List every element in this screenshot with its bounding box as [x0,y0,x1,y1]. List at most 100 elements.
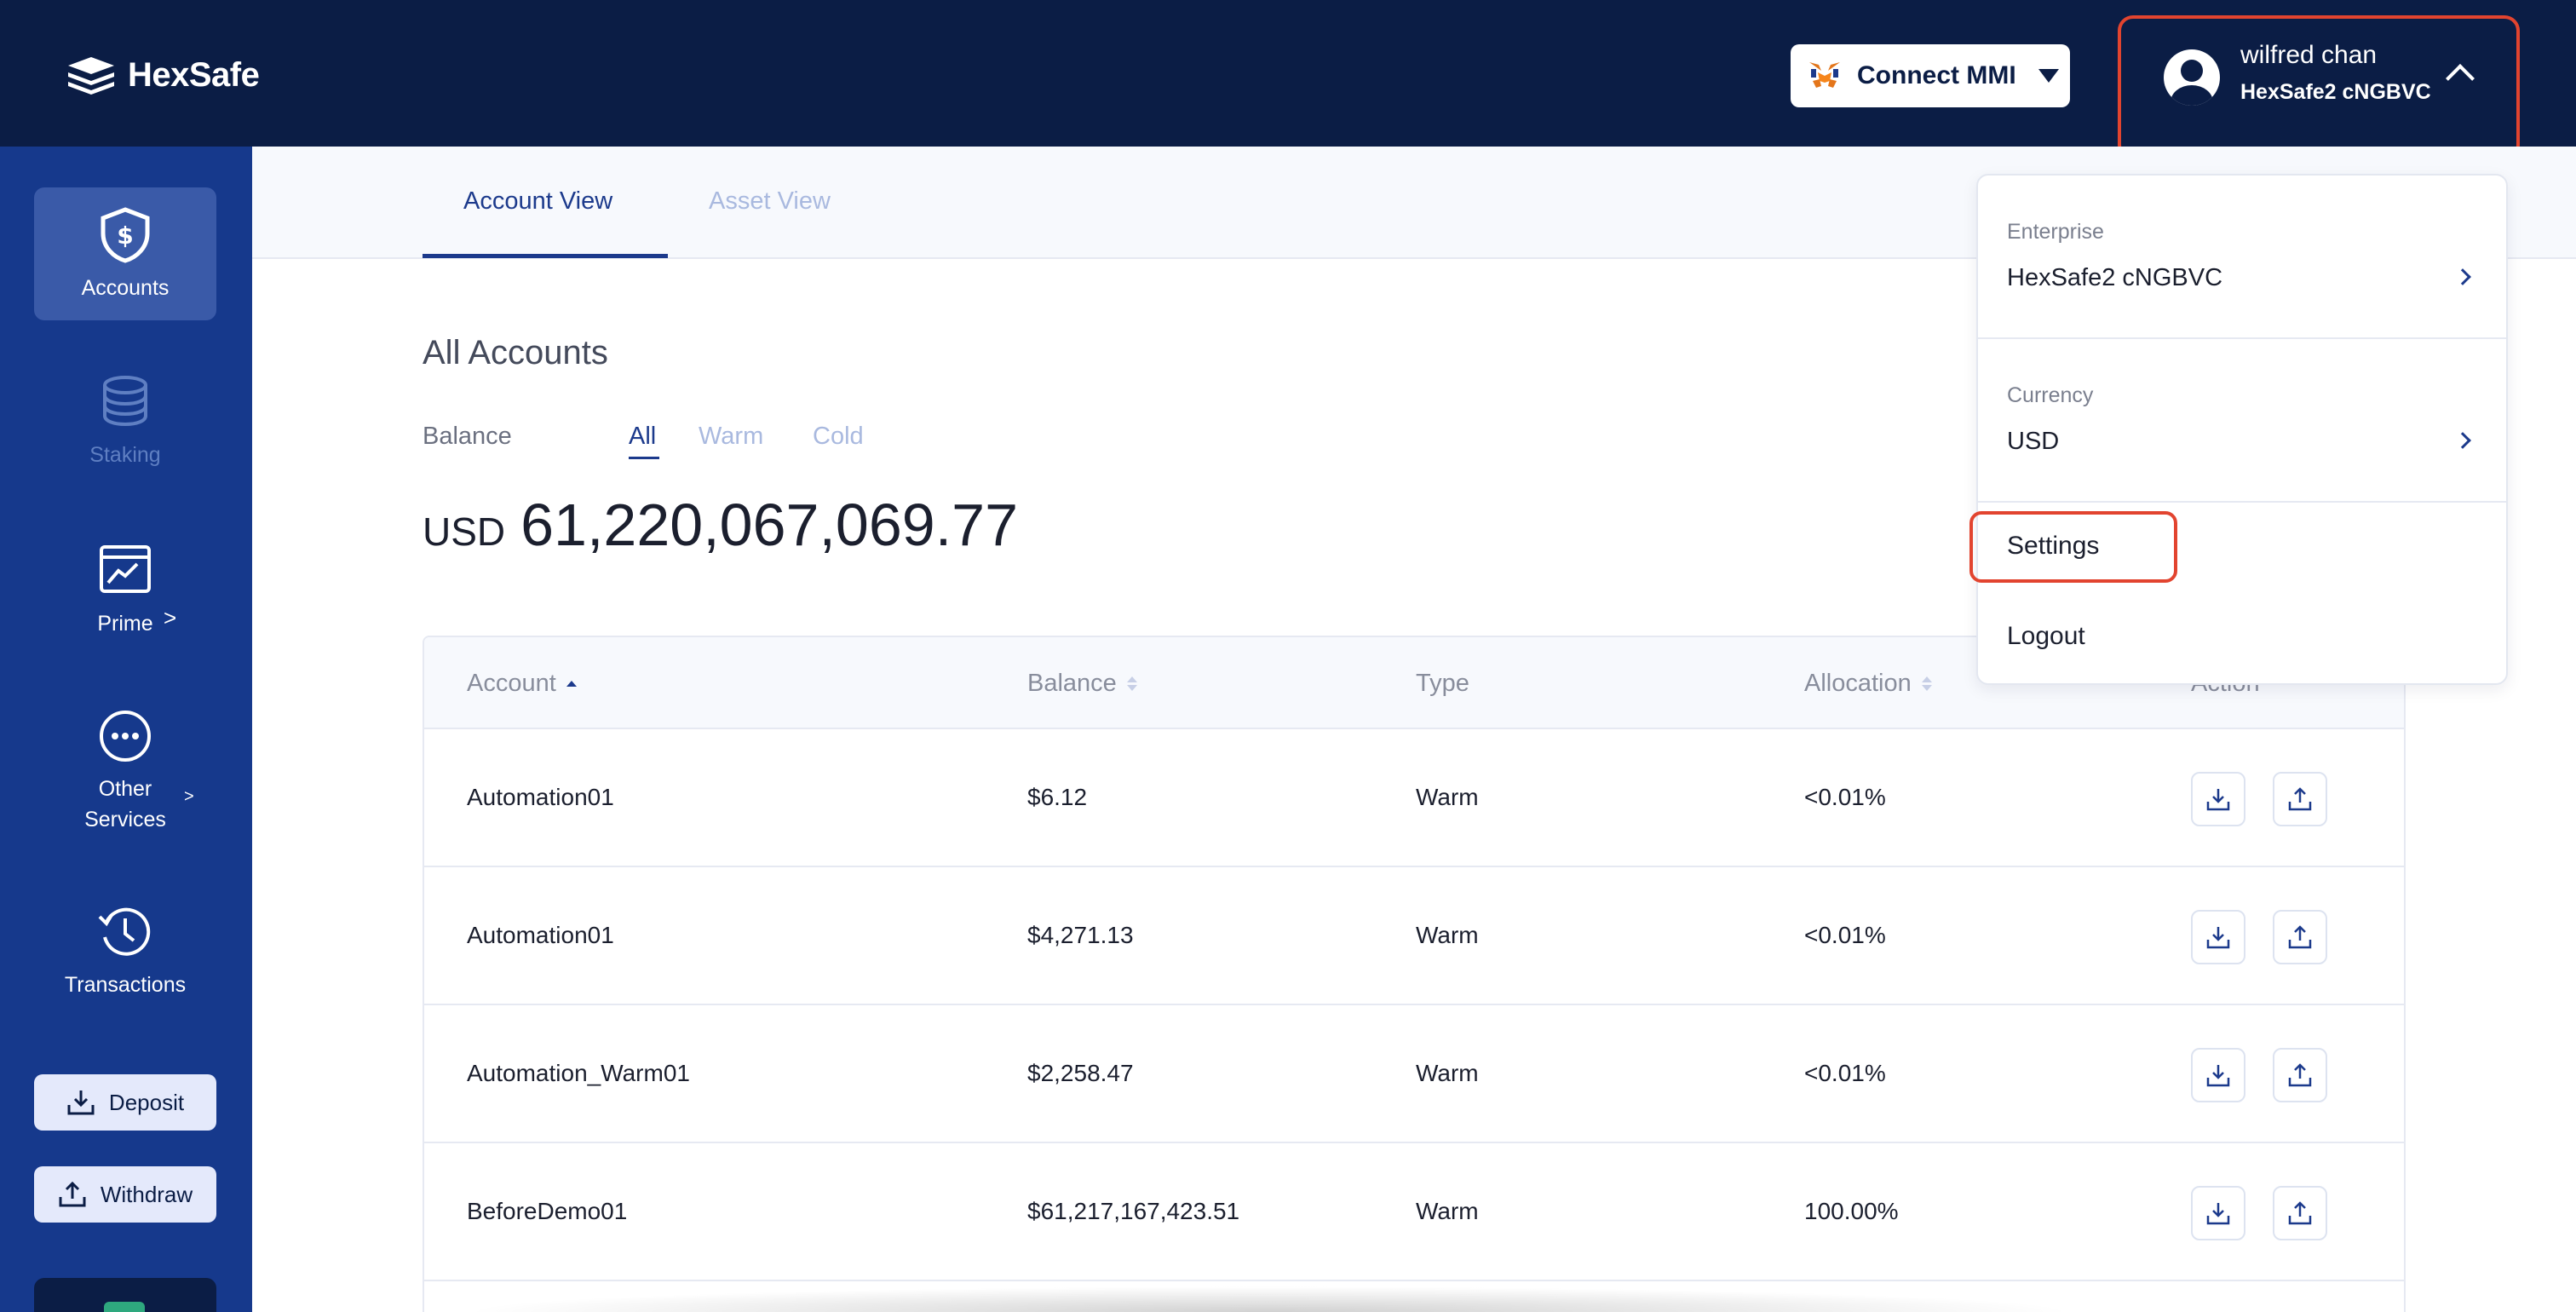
account-allocation: <0.01% [1804,1060,1886,1086]
upload-icon [59,1181,86,1207]
caret-down-icon [2038,69,2059,83]
currency-label: Currency [2007,383,2094,407]
sidebar-item-label: Other Services [84,777,166,832]
table-row[interactable]: Automation01 $4,271.13 Warm <0.01% [424,867,2404,1005]
page-title: All Accounts [423,334,608,371]
sort-icon[interactable] [566,681,577,687]
layers-logo-icon [68,57,114,95]
balance-label: Balance [423,423,512,450]
account-balance: $6.12 [1027,784,1088,810]
enterprise-label: Enterprise [2007,220,2104,244]
sidebar-item-prime[interactable]: Prime [34,542,216,639]
withdraw-button[interactable]: Withdraw [34,1166,216,1223]
user-name[interactable]: wilfred chan [2240,41,2377,70]
settings-highlight [1969,511,2177,583]
row-deposit-button[interactable] [2191,910,2245,964]
row-withdraw-button[interactable] [2273,1186,2327,1240]
tab-asset-view[interactable]: Asset View [709,187,831,216]
accounts-table: Account Balance Type Allocation Action A… [423,636,2406,1312]
hexsafe-logo[interactable]: HexSafe [66,53,260,97]
column-header-allocation[interactable]: Allocation [1804,670,1932,698]
sort-icon[interactable] [1921,676,1932,691]
download-icon [2206,789,2230,811]
account-type: Warm [1416,1060,1479,1086]
user-org[interactable]: HexSafe2 cNGBVC [2240,80,2431,105]
avatar[interactable] [2164,49,2220,106]
download-icon [2206,1203,2230,1225]
row-withdraw-button[interactable] [2273,1048,2327,1102]
prime-arrow-icon: > [164,605,177,630]
divider [1978,501,2506,503]
sidebar-item-transactions[interactable]: Transactions [34,903,216,1000]
withdraw-label: Withdraw [100,1181,193,1207]
download-icon [2206,1065,2230,1087]
metamask-fox-icon [1809,62,1840,88]
ellipsis-circle-icon [100,711,151,762]
sidebar-item-label: Prime [97,612,153,636]
row-deposit-button[interactable] [2191,1048,2245,1102]
logout-menu-item[interactable]: Logout [2007,622,2085,651]
account-name[interactable]: Automation01 [467,922,614,949]
account-name[interactable]: Automation01 [467,784,614,811]
account-type: Warm [1416,784,1479,810]
account-balance: $4,271.13 [1027,922,1134,948]
sidebar-bottom-badge [104,1302,145,1312]
row-withdraw-button[interactable] [2273,910,2327,964]
filter-all[interactable]: All [629,423,656,451]
upload-icon [2288,1201,2312,1225]
download-icon [67,1090,95,1115]
upload-icon [2288,787,2312,811]
enterprise-value[interactable]: HexSafe2 cNGBVC [2007,264,2222,292]
total-currency: USD [423,509,506,554]
row-deposit-button[interactable] [2191,1186,2245,1240]
active-tab-indicator [423,254,668,258]
table-row[interactable]: Automation_Warm01 $2,258.47 Warm <0.01% [424,1005,2404,1143]
table-row[interactable]: BeforeDemo01 $61,217,167,423.51 Warm 100… [424,1143,2404,1281]
shield-dollar-icon: $ [101,207,150,263]
column-header-account[interactable]: Account [467,670,577,698]
history-icon [98,907,151,956]
filter-cold[interactable]: Cold [813,423,864,451]
account-balance: $2,258.47 [1027,1060,1134,1086]
total-balance: USD 61,220,067,069.77 [423,491,1018,559]
active-filter-indicator [629,457,659,459]
deposit-label: Deposit [108,1089,185,1115]
account-allocation: 100.00% [1804,1198,1899,1224]
connect-mmi-label: Connect MMI [1857,61,2016,89]
account-allocation: <0.01% [1804,922,1886,948]
total-amount: 61,220,067,069.77 [520,492,1019,558]
connect-mmi-button[interactable]: Connect MMI [1791,44,2070,107]
sidebar-item-label: Accounts [81,276,170,300]
tab-account-view[interactable]: Account View [463,187,612,216]
row-withdraw-button[interactable] [2273,772,2327,826]
column-header-balance[interactable]: Balance [1027,670,1137,698]
divider [1978,337,2506,339]
account-name[interactable]: BeforeDemo01 [467,1198,627,1225]
account-balance: $61,217,167,423.51 [1027,1198,1240,1224]
deposit-button[interactable]: Deposit [34,1074,216,1131]
coins-stack-icon [103,376,147,427]
upload-icon [2288,1063,2312,1087]
account-type: Warm [1416,922,1479,948]
avatar-body-shape [2171,85,2213,106]
sidebar-item-staking[interactable]: Staking [34,373,216,470]
sidebar-item-other-services[interactable]: Other Services [34,707,216,835]
table-row[interactable]: Automation01 $6.12 Warm <0.01% [424,729,2404,867]
bottom-shadow [460,1286,2079,1312]
account-name[interactable]: Automation_Warm01 [467,1060,690,1087]
user-dropdown-menu: Enterprise HexSafe2 cNGBVC Currency USD … [1976,174,2508,685]
chart-window-icon [100,545,151,593]
row-deposit-button[interactable] [2191,772,2245,826]
column-header-type: Type [1416,670,1469,697]
svg-text:$: $ [117,222,133,250]
sidebar-item-label: Transactions [64,973,187,997]
logo-text: HexSafe [128,55,260,94]
filter-warm[interactable]: Warm [699,423,763,451]
currency-value[interactable]: USD [2007,428,2059,456]
sort-icon[interactable] [1126,676,1137,691]
account-allocation: <0.01% [1804,784,1886,810]
account-type: Warm [1416,1198,1479,1224]
avatar-head-shape [2181,60,2203,82]
sidebar-bottom-panel[interactable] [34,1278,216,1312]
sidebar-item-accounts[interactable]: $ Accounts [34,187,216,320]
